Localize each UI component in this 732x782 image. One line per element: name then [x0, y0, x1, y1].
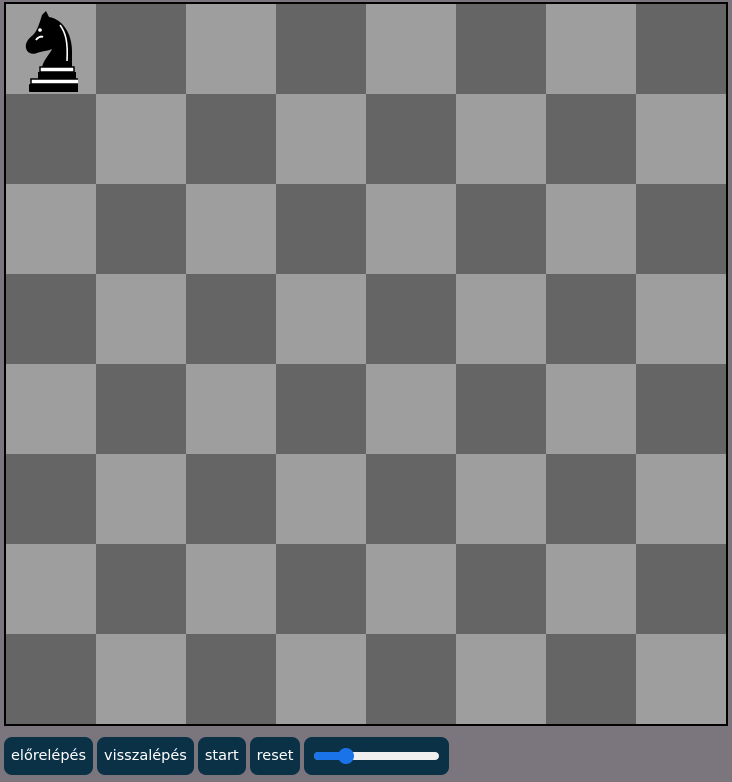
square-h4[interactable] [636, 364, 726, 454]
chessboard [4, 2, 728, 726]
square-f1[interactable] [456, 634, 546, 724]
square-h5[interactable] [636, 274, 726, 364]
speed-slider[interactable] [304, 737, 450, 775]
square-d3[interactable] [276, 454, 366, 544]
square-f2[interactable] [456, 544, 546, 634]
square-e6[interactable] [366, 184, 456, 274]
square-g6[interactable] [546, 184, 636, 274]
square-a4[interactable] [6, 364, 96, 454]
square-g5[interactable] [546, 274, 636, 364]
square-g3[interactable] [546, 454, 636, 544]
speed-slider-thumb[interactable] [337, 748, 354, 764]
square-g8[interactable] [546, 4, 636, 94]
square-g1[interactable] [546, 634, 636, 724]
square-c7[interactable] [186, 94, 276, 184]
square-c8[interactable] [186, 4, 276, 94]
square-d8[interactable] [276, 4, 366, 94]
square-e3[interactable] [366, 454, 456, 544]
square-c5[interactable] [186, 274, 276, 364]
square-e7[interactable] [366, 94, 456, 184]
speed-slider-track[interactable] [314, 752, 440, 760]
square-d4[interactable] [276, 364, 366, 454]
square-b4[interactable] [96, 364, 186, 454]
square-c4[interactable] [186, 364, 276, 454]
square-b1[interactable] [96, 634, 186, 724]
square-a6[interactable] [6, 184, 96, 274]
square-e1[interactable] [366, 634, 456, 724]
control-bar: előrelépés visszalépés start reset [4, 737, 450, 775]
square-d7[interactable] [276, 94, 366, 184]
square-a8[interactable] [6, 4, 96, 94]
square-b2[interactable] [96, 544, 186, 634]
square-g4[interactable] [546, 364, 636, 454]
square-a7[interactable] [6, 94, 96, 184]
start-button[interactable]: start [197, 737, 246, 775]
square-d1[interactable] [276, 634, 366, 724]
square-e8[interactable] [366, 4, 456, 94]
step-back-button[interactable]: visszalépés [97, 737, 194, 775]
square-f6[interactable] [456, 184, 546, 274]
square-g2[interactable] [546, 544, 636, 634]
square-b7[interactable] [96, 94, 186, 184]
square-c3[interactable] [186, 454, 276, 544]
square-b6[interactable] [96, 184, 186, 274]
square-h6[interactable] [636, 184, 726, 274]
square-h2[interactable] [636, 544, 726, 634]
square-c2[interactable] [186, 544, 276, 634]
square-a1[interactable] [6, 634, 96, 724]
square-h7[interactable] [636, 94, 726, 184]
square-f5[interactable] [456, 274, 546, 364]
square-f7[interactable] [456, 94, 546, 184]
square-b5[interactable] [96, 274, 186, 364]
square-b3[interactable] [96, 454, 186, 544]
square-g7[interactable] [546, 94, 636, 184]
square-e4[interactable] [366, 364, 456, 454]
square-d5[interactable] [276, 274, 366, 364]
square-a3[interactable] [6, 454, 96, 544]
square-f8[interactable] [456, 4, 546, 94]
square-a2[interactable] [6, 544, 96, 634]
square-d2[interactable] [276, 544, 366, 634]
square-e2[interactable] [366, 544, 456, 634]
square-f4[interactable] [456, 364, 546, 454]
square-c6[interactable] [186, 184, 276, 274]
square-e5[interactable] [366, 274, 456, 364]
square-b8[interactable] [96, 4, 186, 94]
square-h8[interactable] [636, 4, 726, 94]
square-f3[interactable] [456, 454, 546, 544]
square-a5[interactable] [6, 274, 96, 364]
square-h3[interactable] [636, 454, 726, 544]
square-c1[interactable] [186, 634, 276, 724]
square-h1[interactable] [636, 634, 726, 724]
reset-button[interactable]: reset [249, 737, 301, 775]
step-forward-button[interactable]: előrelépés [4, 737, 94, 775]
square-d6[interactable] [276, 184, 366, 274]
